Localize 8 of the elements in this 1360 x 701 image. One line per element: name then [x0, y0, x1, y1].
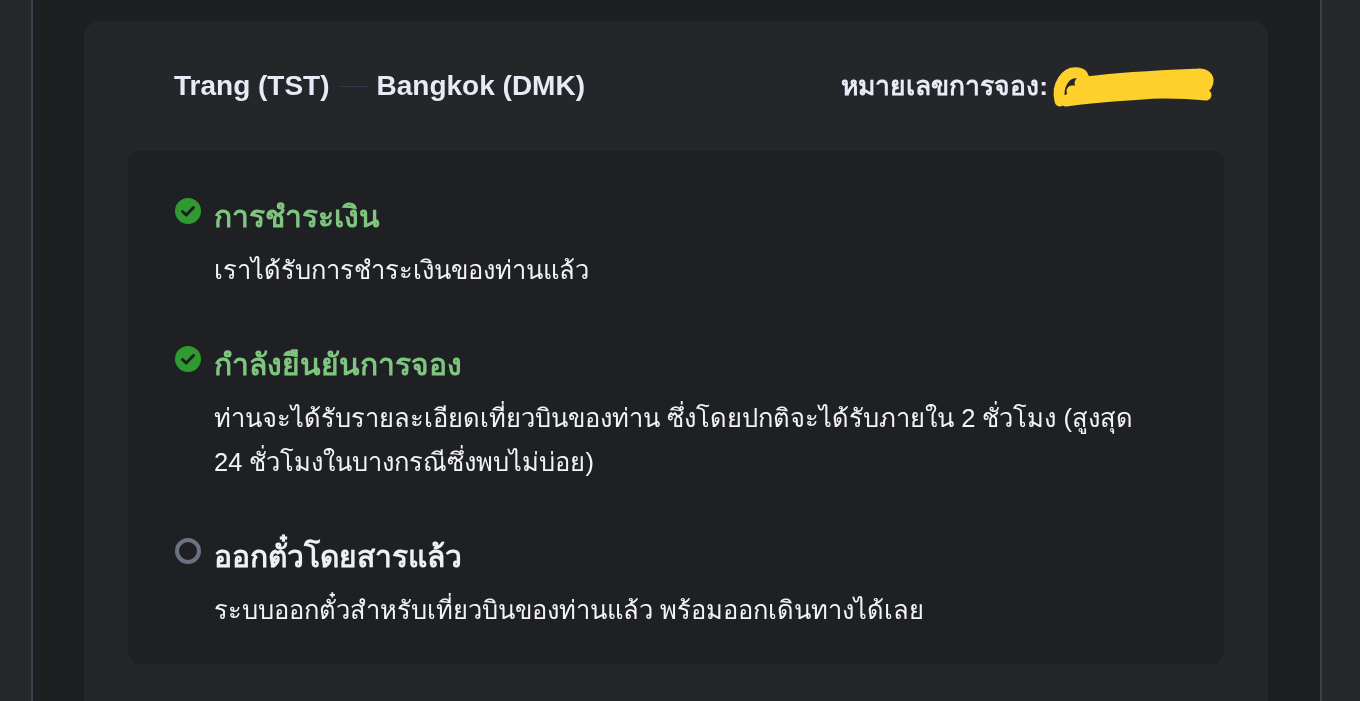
- destination-city: Bangkok (DMK): [376, 70, 585, 102]
- origin-city: Trang (TST): [174, 70, 330, 102]
- booking-number-label: หมายเลขการจอง:: [841, 70, 1048, 103]
- step-title: การชำระเงิน: [214, 199, 381, 235]
- step-description: เราได้รับการชำระเงินของท่านแล้ว: [214, 255, 589, 286]
- step-description: ท่านจะได้รับรายละเอียดเที่ยวบินของท่าน ซึ่งโดยปกติจะได้รับภายใน 2 ชั่วโมง (สูงสุด 24 ชั่วโมงในบางกรณีซึ่งพบไม่บ่อย): [214, 396, 1154, 484]
- step-title: กำลังยืนยันการจอง: [214, 347, 463, 383]
- step-description: ระบบออกตั๋วสำหรับเที่ยวบินของท่านแล้ว พร้อมออกเดินทางได้เลย: [214, 588, 925, 632]
